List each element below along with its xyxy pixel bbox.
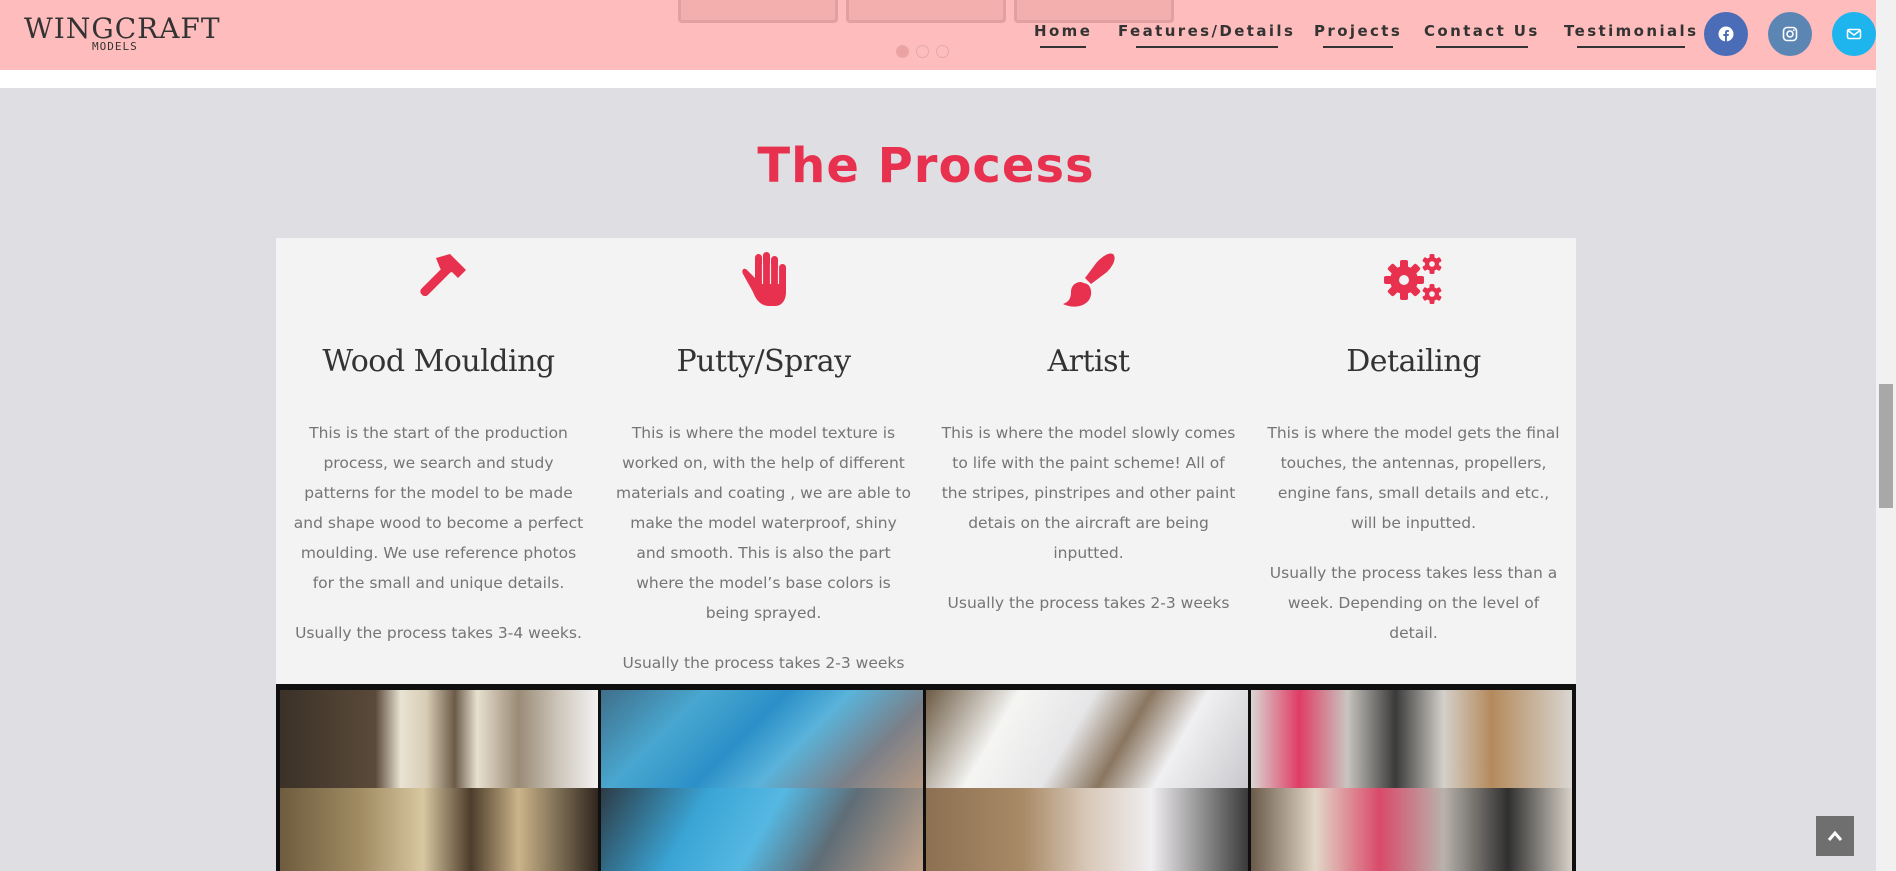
site-header: WINGCRAFT MODELS Home Features/Details P… [0, 0, 1876, 70]
header-divider [0, 70, 1876, 88]
paint-brush-icon [1062, 253, 1115, 307]
process-step-detailing: Detailing This is where the model gets t… [1251, 238, 1576, 684]
process-panel: Wood Moulding This is the start of the p… [276, 238, 1576, 684]
facebook-icon [1718, 26, 1734, 42]
photo-putty-spray-1[interactable] [601, 690, 923, 788]
photo-wood-moulding-2[interactable] [280, 788, 598, 871]
nav-contact-us[interactable]: Contact Us [1424, 22, 1540, 48]
step-duration: Usually the process takes less than a we… [1269, 564, 1558, 642]
step-description: This is where the model gets the final t… [1267, 424, 1560, 532]
hand-icon [741, 252, 786, 306]
slider-thumbnail[interactable] [678, 0, 838, 23]
nav-projects[interactable]: Projects [1314, 22, 1402, 48]
mail-button[interactable] [1832, 12, 1876, 56]
instagram-button[interactable] [1768, 12, 1812, 56]
nav-features-details[interactable]: Features/Details [1118, 22, 1295, 48]
photo-putty-spray-2[interactable] [601, 788, 923, 871]
facebook-button[interactable] [1704, 12, 1748, 56]
back-to-top-button[interactable] [1816, 816, 1854, 856]
mail-icon [1846, 28, 1862, 40]
process-step-putty-spray: Putty/Spray This is where the model text… [601, 238, 926, 684]
slider-dot-3[interactable] [936, 45, 949, 58]
logo[interactable]: WINGCRAFT MODELS [24, 12, 220, 56]
page-scrollbar[interactable] [1876, 0, 1896, 871]
photo-wood-moulding-1[interactable] [280, 690, 598, 788]
process-photo-gallery [276, 684, 1576, 871]
chevron-up-icon [1827, 830, 1843, 841]
photo-detailing-2[interactable] [1251, 788, 1572, 871]
step-title: Putty/Spray [676, 344, 851, 379]
step-title: Artist [1047, 344, 1130, 379]
process-step-artist: Artist This is where the model slowly co… [926, 238, 1251, 684]
photo-artist-1[interactable] [926, 690, 1248, 788]
step-description: This is where the model slowly comes to … [941, 424, 1236, 562]
instagram-icon [1782, 26, 1798, 42]
slider-dot-2[interactable] [916, 45, 929, 58]
process-step-wood-moulding: Wood Moulding This is the start of the p… [276, 238, 601, 684]
step-duration: Usually the process takes 2-3 weeks [947, 594, 1230, 612]
step-description: This is the start of the production proc… [293, 424, 584, 592]
slider-thumbnail[interactable] [1014, 0, 1174, 23]
step-title: Detailing [1346, 344, 1481, 379]
step-duration: Usually the process takes 2-3 weeks [622, 654, 905, 672]
logo-subtitle: MODELS [92, 40, 138, 53]
slider-dot-1[interactable] [896, 45, 909, 58]
step-title: Wood Moulding [322, 344, 555, 379]
nav-home[interactable]: Home [1034, 22, 1092, 48]
step-duration: Usually the process takes 3-4 weeks. [295, 624, 582, 642]
photo-artist-2[interactable] [926, 788, 1248, 871]
section-title: The Process [757, 138, 1095, 194]
slider-thumbnail[interactable] [846, 0, 1006, 23]
gears-icon [1383, 254, 1441, 304]
nav-testimonials[interactable]: Testimonials [1564, 22, 1698, 48]
hammer-icon [419, 254, 466, 297]
step-description: This is where the model texture is worke… [616, 424, 911, 622]
scrollbar-thumb[interactable] [1879, 384, 1893, 508]
photo-detailing-1[interactable] [1251, 690, 1572, 788]
